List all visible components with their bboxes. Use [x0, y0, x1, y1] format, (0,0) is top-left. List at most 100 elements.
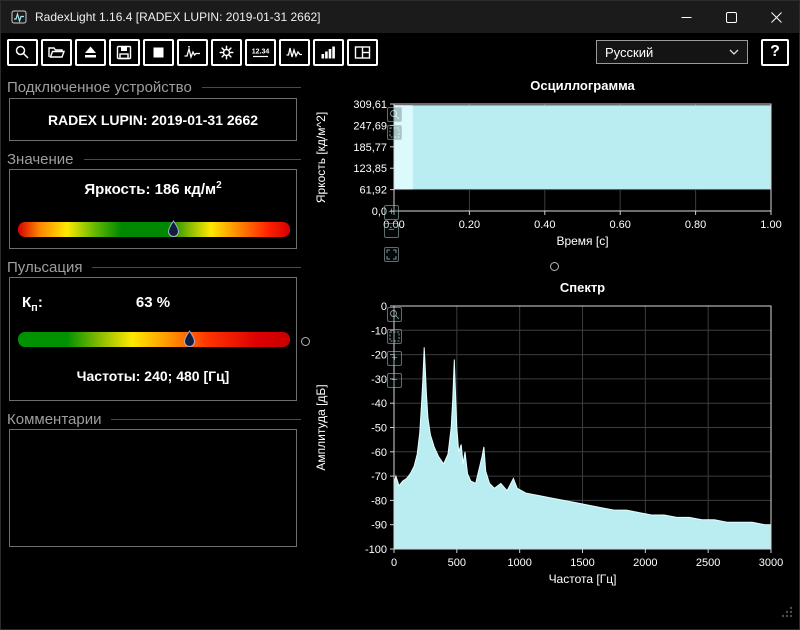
select-rect-icon — [389, 127, 400, 138]
waveform-cursor-icon — [183, 44, 202, 61]
zoom-icon — [389, 109, 400, 120]
app-window: RadexLight 1.16.4 [RADEX LUPIN: 2019-01-… — [0, 0, 800, 630]
svg-text:-10: -10 — [371, 325, 387, 337]
svg-text:1500: 1500 — [570, 557, 594, 569]
numeric-display-button[interactable]: 12.34 — [245, 39, 276, 66]
section-value: Значение — [7, 151, 301, 168]
osc-fit-button[interactable] — [384, 247, 399, 262]
spec-select-button[interactable] — [387, 329, 402, 344]
svg-text:12.34: 12.34 — [252, 48, 270, 55]
section-rule — [111, 419, 301, 420]
histogram-icon — [319, 44, 338, 61]
osc-zoom-button[interactable] — [387, 107, 402, 122]
spec-zoom-in-button[interactable]: + — [387, 351, 402, 366]
pane-layout-icon — [353, 44, 372, 61]
luminance-scale-bar — [18, 222, 290, 237]
luminance-unit: кд/м2 — [184, 181, 222, 198]
section-title: Подключенное устройство — [7, 79, 192, 96]
osc-zoom-in-button[interactable]: + — [384, 205, 399, 220]
section-title: Значение — [7, 151, 74, 168]
section-comments: Комментарии — [7, 411, 301, 428]
waveform-icon — [285, 44, 304, 61]
luminance-amount: 186 — [155, 181, 180, 198]
section-rule — [202, 87, 301, 88]
oscillogram-title: Осциллограмма — [394, 78, 771, 93]
eject-button[interactable] — [75, 39, 106, 66]
svg-text:309,61: 309,61 — [353, 99, 387, 111]
minimize-button[interactable] — [664, 1, 709, 33]
svg-text:-80: -80 — [371, 495, 387, 507]
resize-grip[interactable] — [781, 605, 793, 623]
minimize-icon — [681, 12, 692, 23]
svg-text:123,85: 123,85 — [353, 163, 387, 175]
oscillogram-view-button[interactable] — [279, 39, 310, 66]
splitter-handle[interactable] — [301, 337, 310, 346]
droplet-icon — [183, 330, 196, 348]
close-button[interactable] — [754, 1, 799, 33]
stop-button[interactable] — [143, 39, 174, 66]
chart-splitter-handle[interactable] — [550, 262, 559, 271]
svg-text:61,92: 61,92 — [359, 185, 387, 197]
preview-button[interactable] — [7, 39, 38, 66]
pulsation-box: Кп: 63 % Частоты: 240; 480 [Гц] — [9, 277, 297, 401]
spectrum-chart: 0-10-20-30-40-50-60-70-80-90-10005001000… — [311, 296, 795, 606]
svg-text:-50: -50 — [371, 423, 387, 435]
close-icon — [771, 12, 782, 23]
spectrum-title: Спектр — [394, 280, 771, 295]
section-rule — [84, 159, 301, 160]
device-box: RADEX LUPIN: 2019-01-31 2662 — [9, 98, 297, 141]
osc-zoom-out-button[interactable]: − — [384, 223, 399, 238]
droplet-icon — [167, 220, 180, 238]
value-box: Яркость: 186 кд/м2 — [9, 169, 297, 249]
layout-button[interactable] — [347, 39, 378, 66]
settings-button[interactable] — [211, 39, 242, 66]
kp-marker — [183, 330, 196, 353]
frequencies-text: Частоты: 240; 480 [Гц] — [10, 368, 296, 384]
svg-text:-60: -60 — [371, 447, 387, 459]
save-button[interactable] — [109, 39, 140, 66]
magnifier-icon — [13, 44, 32, 61]
measurement-button[interactable] — [177, 39, 208, 66]
device-name: RADEX LUPIN: 2019-01-31 2662 — [10, 99, 296, 140]
open-folder-icon — [47, 44, 66, 61]
svg-text:1000: 1000 — [507, 557, 531, 569]
open-button[interactable] — [41, 39, 72, 66]
svg-text:Яркость [кд/м^2]: Яркость [кд/м^2] — [314, 112, 328, 203]
svg-text:Частота [Гц]: Частота [Гц] — [549, 572, 617, 586]
kp-value: 63 % — [10, 294, 296, 311]
svg-text:-70: -70 — [371, 471, 387, 483]
svg-text:0.60: 0.60 — [609, 219, 630, 231]
spec-zoom-out-button[interactable]: − — [387, 373, 402, 388]
svg-text:1.00: 1.00 — [760, 219, 781, 231]
section-connected-device: Подключенное устройство — [7, 79, 301, 96]
comments-input[interactable] — [9, 429, 297, 547]
help-button[interactable]: ? — [761, 39, 789, 66]
svg-text:0.40: 0.40 — [534, 219, 555, 231]
eject-icon — [81, 44, 100, 61]
spec-zoom-button[interactable] — [387, 307, 402, 322]
app-icon — [11, 10, 27, 24]
svg-text:-90: -90 — [371, 520, 387, 532]
kp-scale-bar — [18, 332, 290, 347]
osc-select-button[interactable] — [387, 125, 402, 140]
language-select[interactable]: Русский — [596, 40, 748, 64]
svg-text:0.20: 0.20 — [459, 219, 480, 231]
section-rule — [92, 267, 301, 268]
language-value: Русский — [605, 45, 653, 60]
toolbar: 12.34 Русский ? — [1, 33, 799, 71]
svg-text:-30: -30 — [371, 374, 387, 386]
svg-text:-20: -20 — [371, 350, 387, 362]
titlebar: RadexLight 1.16.4 [RADEX LUPIN: 2019-01-… — [1, 1, 799, 33]
luminance-label: Яркость: — [84, 181, 150, 198]
maximize-icon — [726, 12, 737, 23]
maximize-button[interactable] — [709, 1, 754, 33]
select-rect-icon — [389, 331, 400, 342]
fit-axes-icon — [386, 249, 397, 260]
spectrum-view-button[interactable] — [313, 39, 344, 66]
luminance-readout: Яркость: 186 кд/м2 — [10, 180, 296, 198]
svg-text:2000: 2000 — [633, 557, 657, 569]
svg-text:-40: -40 — [371, 398, 387, 410]
section-pulsation: Пульсация — [7, 259, 301, 276]
svg-text:500: 500 — [448, 557, 466, 569]
window-title: RadexLight 1.16.4 [RADEX LUPIN: 2019-01-… — [35, 10, 321, 24]
